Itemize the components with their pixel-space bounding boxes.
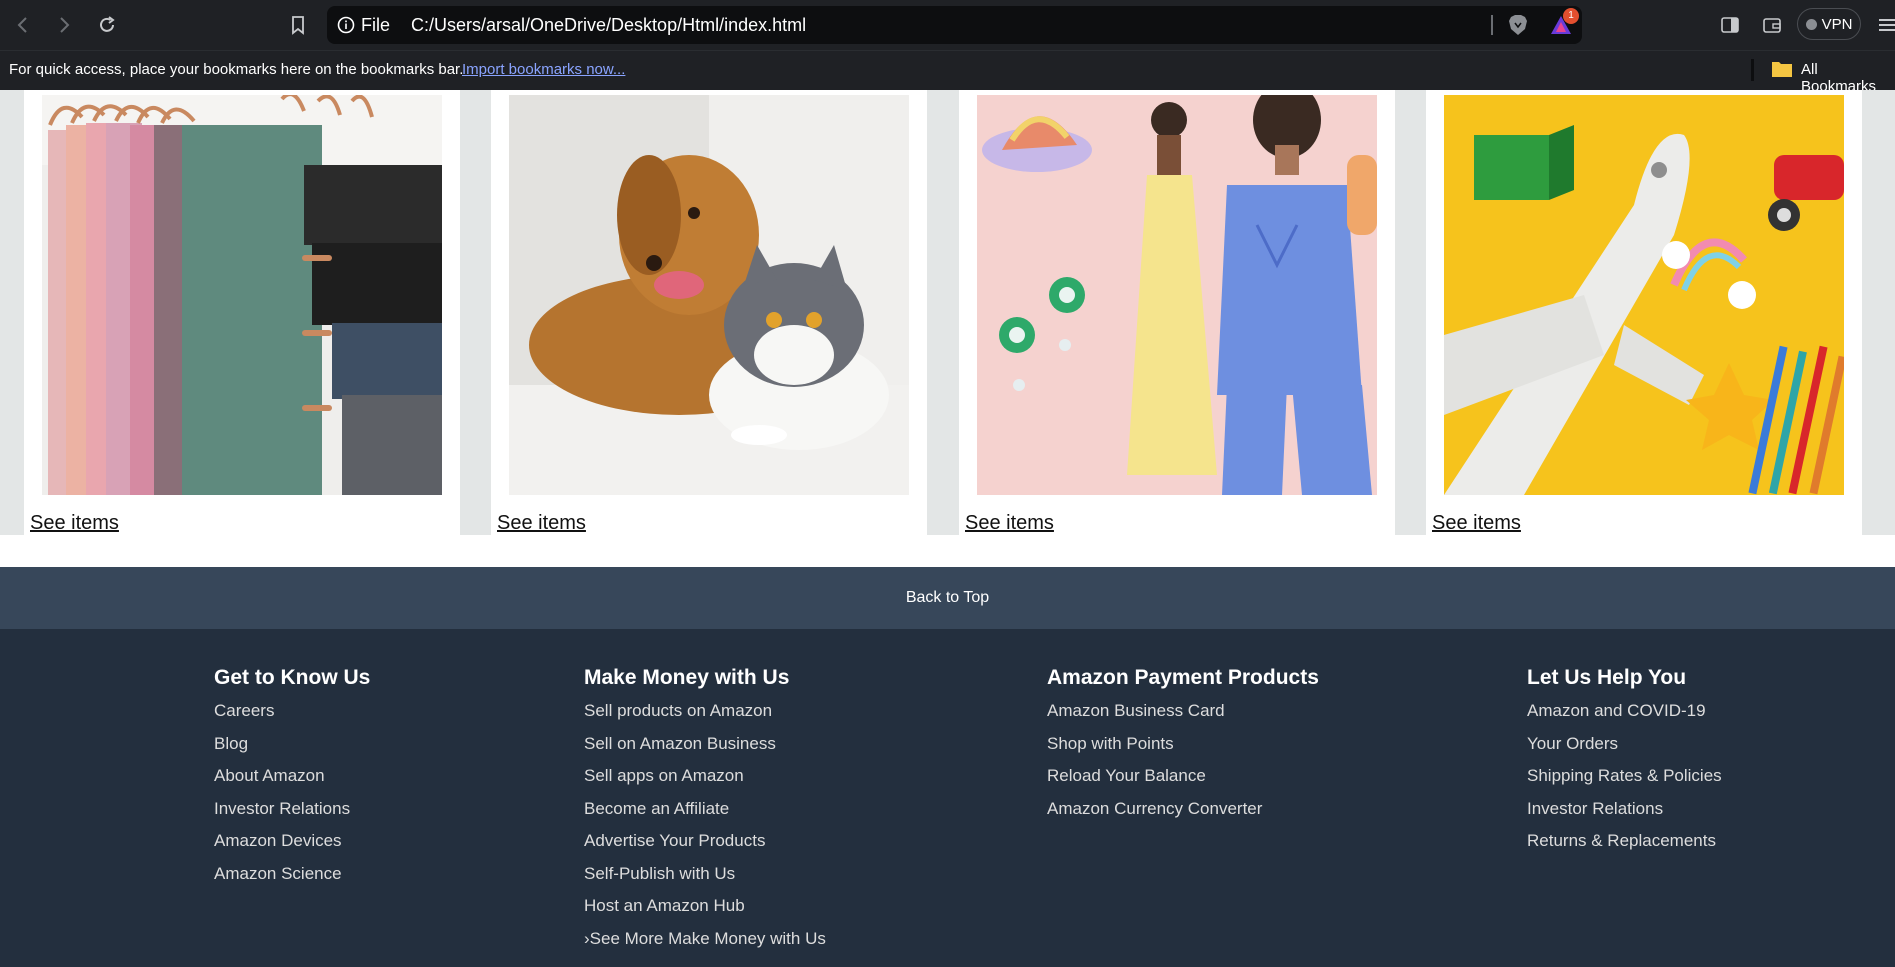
import-bookmarks-link[interactable]: Import bookmarks now... bbox=[462, 61, 625, 78]
menu-button[interactable] bbox=[1873, 11, 1895, 39]
vpn-label: VPN bbox=[1821, 15, 1853, 33]
footer-link[interactable]: Amazon Science bbox=[214, 864, 350, 897]
footer-link[interactable]: Investor Relations bbox=[1527, 799, 1722, 832]
footer-link-see-more[interactable]: ›See More Make Money with Us bbox=[584, 929, 826, 962]
footer-link[interactable]: Shipping Rates & Policies bbox=[1527, 766, 1722, 799]
forward-button[interactable] bbox=[50, 11, 78, 39]
product-card: See items bbox=[1426, 90, 1862, 535]
footer-link[interactable]: Amazon Business Card bbox=[1047, 701, 1262, 734]
see-items-link[interactable]: See items bbox=[30, 512, 119, 535]
reload-button[interactable] bbox=[93, 11, 121, 39]
reload-icon bbox=[100, 16, 115, 32]
footer-link[interactable]: Careers bbox=[214, 701, 350, 734]
browser-toolbar: File C:/Users/arsal/OneDrive/Desktop/Htm… bbox=[0, 0, 1895, 50]
product-card: See items bbox=[959, 90, 1395, 535]
back-button[interactable] bbox=[9, 11, 37, 39]
footer-link[interactable]: Sell on Amazon Business bbox=[584, 734, 826, 767]
address-divider bbox=[1491, 15, 1493, 35]
footer-link[interactable]: Advertise Your Products bbox=[584, 831, 826, 864]
back-to-top-button[interactable]: Back to Top bbox=[0, 567, 1895, 629]
chevron-left-icon bbox=[17, 17, 27, 33]
product-image-pets[interactable] bbox=[509, 95, 909, 495]
sidebar-icon bbox=[1721, 17, 1739, 33]
bookmarks-bar: For quick access, place your bookmarks h… bbox=[0, 50, 1895, 95]
footer-column-title: Let Us Help You bbox=[1527, 666, 1687, 689]
rewards-badge: 1 bbox=[1563, 8, 1579, 24]
footer-link[interactable]: Your Orders bbox=[1527, 734, 1722, 767]
vpn-status-icon bbox=[1805, 18, 1817, 30]
vpn-button[interactable]: VPN bbox=[1797, 8, 1861, 40]
footer-column-title: Get to Know Us bbox=[214, 666, 371, 689]
chevron-right-icon bbox=[60, 17, 70, 33]
footer-link[interactable]: Reload Your Balance bbox=[1047, 766, 1262, 799]
address-bar[interactable]: File C:/Users/arsal/OneDrive/Desktop/Htm… bbox=[327, 6, 1582, 44]
see-items-link[interactable]: See items bbox=[497, 512, 586, 535]
info-icon[interactable] bbox=[337, 16, 355, 34]
product-image-hangers[interactable] bbox=[42, 95, 442, 495]
bookmark-button[interactable] bbox=[284, 11, 312, 39]
footer-link[interactable]: Returns & Replacements bbox=[1527, 831, 1722, 864]
hamburger-menu-icon bbox=[1879, 19, 1895, 31]
footer-link[interactable]: Self-Publish with Us bbox=[584, 864, 826, 897]
footer-link[interactable]: Amazon Currency Converter bbox=[1047, 799, 1262, 832]
product-image-toys[interactable] bbox=[1444, 95, 1844, 495]
sidebar-toggle-button[interactable] bbox=[1716, 11, 1744, 39]
see-items-link[interactable]: See items bbox=[1432, 512, 1521, 535]
footer-link[interactable]: Host an Amazon Hub bbox=[584, 896, 826, 929]
bookmarks-divider bbox=[1751, 59, 1754, 81]
footer-link[interactable]: Sell products on Amazon bbox=[584, 701, 826, 734]
footer-column-title: Make Money with Us bbox=[584, 666, 790, 689]
see-items-link[interactable]: See items bbox=[965, 512, 1054, 535]
product-image-fashion[interactable] bbox=[977, 95, 1377, 495]
footer: Get to Know Us Careers Blog About Amazon… bbox=[0, 629, 1895, 967]
url-text[interactable]: C:/Users/arsal/OneDrive/Desktop/Html/ind… bbox=[411, 15, 806, 36]
file-scheme-label: File bbox=[361, 15, 391, 35]
wallet-button[interactable] bbox=[1758, 11, 1786, 39]
footer-link[interactable]: About Amazon bbox=[214, 766, 350, 799]
footer-link[interactable]: Blog bbox=[214, 734, 350, 767]
brave-shields-icon[interactable] bbox=[1507, 14, 1529, 36]
footer-link[interactable]: Amazon Devices bbox=[214, 831, 350, 864]
footer-link[interactable]: Become an Affiliate bbox=[584, 799, 826, 832]
wallet-icon bbox=[1763, 18, 1781, 33]
footer-column-title: Amazon Payment Products bbox=[1047, 666, 1319, 689]
content-bottom-strip bbox=[0, 535, 1895, 567]
page-content: See items See items See items See items bbox=[0, 90, 1895, 567]
footer-link[interactable]: Shop with Points bbox=[1047, 734, 1262, 767]
footer-link[interactable]: Investor Relations bbox=[214, 799, 350, 832]
product-card: See items bbox=[491, 90, 927, 535]
product-card: See items bbox=[24, 90, 460, 535]
footer-link[interactable]: Sell apps on Amazon bbox=[584, 766, 826, 799]
bookmark-icon bbox=[292, 16, 304, 35]
footer-link[interactable]: Amazon and COVID-19 bbox=[1527, 701, 1722, 734]
bookmarks-bar-message: For quick access, place your bookmarks h… bbox=[9, 61, 464, 78]
folder-icon bbox=[1772, 62, 1792, 77]
